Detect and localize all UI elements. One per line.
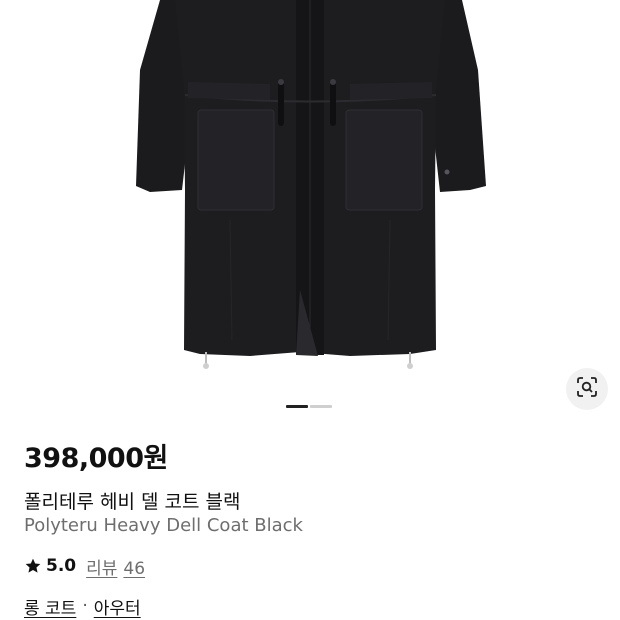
star-icon <box>24 557 42 575</box>
product-detail-page: 398,000원 폴리테루 헤비 델 코트 블랙 Polyteru Heavy … <box>0 0 620 620</box>
rating-row: 5.0 리뷰 46 <box>24 554 145 579</box>
category-link-long-coat[interactable]: 롱 코트 <box>24 594 76 619</box>
coat-image <box>0 0 620 385</box>
image-search-icon <box>576 376 598 402</box>
rating-value: 5.0 <box>46 556 77 576</box>
carousel-indicator <box>286 405 332 408</box>
visual-search-button[interactable] <box>566 368 608 410</box>
product-image[interactable] <box>0 0 620 385</box>
category-separator: · <box>82 596 88 616</box>
category-breadcrumb: 롱 코트 · 아우터 <box>24 594 141 619</box>
product-price: 398,000원 <box>24 443 168 474</box>
carousel-dot-active[interactable] <box>286 405 308 408</box>
review-link[interactable]: 리뷰 46 <box>86 554 145 579</box>
carousel-dot[interactable] <box>310 405 332 408</box>
product-name-korean: 폴리테루 헤비 델 코트 블랙 <box>24 491 241 513</box>
review-label: 리뷰 <box>86 558 118 579</box>
product-name-english: Polyteru Heavy Dell Coat Black <box>24 515 303 536</box>
review-count: 46 <box>123 558 146 579</box>
category-link-outer[interactable]: 아우터 <box>94 594 141 619</box>
